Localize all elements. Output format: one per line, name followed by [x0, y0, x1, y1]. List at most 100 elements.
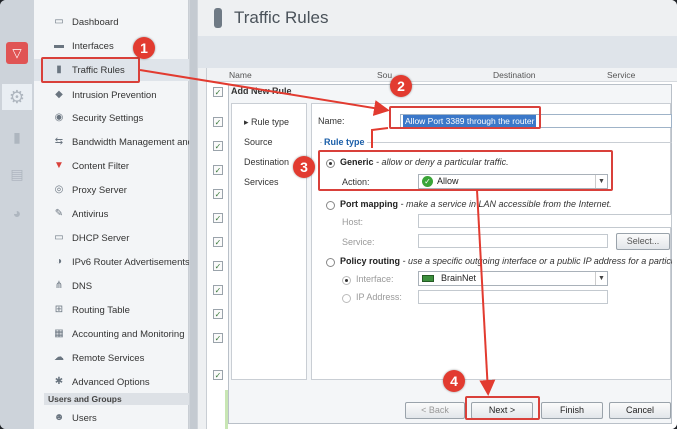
rule-checkbox[interactable]: ✓ [213, 141, 223, 151]
sidebar-item-advanced-options[interactable]: ✱ Advanced Options [34, 371, 189, 393]
firewall-shield-icon[interactable]: ▽ [6, 42, 28, 64]
sidebar-item-ipv6[interactable]: ◑ IPv6 Router Advertisements [34, 251, 189, 273]
host-input[interactable] [418, 214, 672, 228]
step-badge-3: 3 [293, 156, 315, 178]
interface-label: Interface: [356, 274, 394, 284]
dns-icon: ⋔ [54, 280, 64, 291]
host-label: Host: [342, 217, 364, 227]
funnel-icon: ▼ [54, 160, 64, 171]
section-users-and-groups: Users and Groups [44, 393, 189, 405]
service-input[interactable] [418, 234, 608, 248]
service-label: Service: [342, 237, 375, 247]
step-services[interactable]: Services [244, 177, 279, 187]
scrollbar-thumb[interactable] [190, 0, 197, 429]
step-destination[interactable]: Destination [244, 157, 289, 167]
policy-routing-radio[interactable] [326, 258, 335, 267]
rule-checkbox[interactable]: ✓ [213, 285, 223, 295]
interfaces-icon: ▬ [54, 40, 64, 51]
rule-checkbox[interactable]: ✓ [213, 237, 223, 247]
rule-checkbox[interactable]: ✓ [213, 189, 223, 199]
sidebar-item-routing-table[interactable]: ⊞ Routing Table [34, 299, 189, 321]
rule-checkbox[interactable]: ✓ [213, 87, 223, 97]
network-interface-icon [422, 275, 434, 282]
advanced-icon: ✱ [54, 376, 64, 387]
highlight-name-field [389, 106, 541, 129]
traffic-light-icon [214, 8, 222, 28]
document-icon[interactable]: ▤ [6, 163, 28, 185]
step-badge-1: 1 [133, 37, 155, 59]
finish-button[interactable]: Finish [541, 402, 603, 419]
statistics-bars-icon[interactable]: ▮ [6, 126, 28, 148]
rule-checkbox[interactable]: ✓ [213, 213, 223, 223]
chevron-down-icon[interactable]: ▼ [595, 272, 607, 285]
rule-checkbox[interactable]: ✓ [213, 165, 223, 175]
antivirus-icon: ✎ [54, 208, 64, 219]
wizard-content: Name: Allow Port 3389 through the router… [311, 103, 672, 380]
column-name[interactable]: Name [229, 70, 252, 80]
back-button[interactable]: < Back [405, 402, 465, 419]
rule-checkbox[interactable]: ✓ [213, 117, 223, 127]
sidebar-item-bandwidth[interactable]: ⇆ Bandwidth Management and [34, 131, 189, 153]
user-icon: ☻ [53, 412, 65, 423]
select-service-button[interactable]: Select... [616, 233, 670, 250]
ip-address-input[interactable] [418, 290, 608, 304]
rule-checkbox-column: ✓ ✓ ✓ ✓ ✓ ✓ ✓ ✓ ✓ ✓ ✓ ✓ [211, 82, 225, 429]
port-mapping-radio[interactable] [326, 201, 335, 210]
pie-chart-icon[interactable]: ◕ [6, 202, 28, 224]
rule-checkbox[interactable]: ✓ [213, 370, 223, 380]
port-mapping-option-label[interactable]: Port mapping - make a service in LAN acc… [340, 199, 670, 209]
shield-icon: ◆ [55, 89, 63, 100]
cloud-icon: ☁ [54, 352, 64, 363]
column-source[interactable]: Sou [377, 70, 392, 80]
sidebar-item-accounting[interactable]: ▦ Accounting and Monitoring [34, 323, 189, 345]
module-icon-bar: ▽ ⚙ ▮ ▤ ◕ [0, 0, 34, 429]
highlight-next-button [465, 396, 540, 420]
highlight-generic-option [318, 150, 613, 191]
rule-type-legend: Rule type [322, 137, 367, 147]
rule-checkbox[interactable]: ✓ [213, 309, 223, 319]
gear-icon[interactable]: ⚙ [2, 84, 32, 110]
toolbar [198, 36, 677, 68]
cancel-button[interactable]: Cancel [609, 402, 671, 419]
step-rule-type[interactable]: ▸ Rule type [244, 117, 289, 128]
rule-checkbox[interactable]: ✓ [213, 261, 223, 271]
grid-header: Name Sou Destination Service [207, 68, 677, 82]
ip-address-label: IP Address: [356, 292, 402, 302]
lock-icon: ◉ [54, 112, 64, 123]
monitoring-icon: ▦ [54, 328, 64, 339]
sidebar-item-antivirus[interactable]: ✎ Antivirus [34, 203, 189, 225]
dashboard-icon: ▭ [54, 16, 64, 27]
dhcp-icon: ▭ [54, 232, 64, 243]
name-label: Name: [318, 116, 345, 126]
sidebar-item-content-filter[interactable]: ▼ Content Filter [34, 155, 189, 177]
wizard-steps: ▸ Rule type Source Destination Services [231, 103, 307, 380]
sidebar-item-security-settings[interactable]: ◉ Security Settings [34, 107, 189, 129]
ip-address-radio[interactable] [342, 294, 351, 303]
sidebar-item-remote-services[interactable]: ☁ Remote Services [34, 347, 189, 369]
sidebar-item-intrusion-prevention[interactable]: ◆ Intrusion Prevention [34, 84, 189, 106]
sidebar-scrollbar[interactable] [189, 0, 198, 429]
sidebar-item-users[interactable]: ☻ Users [34, 407, 189, 429]
page-title: Traffic Rules [234, 8, 329, 27]
highlight-traffic-rules [41, 57, 140, 83]
interface-select[interactable]: BrainNet ▼ [418, 271, 608, 286]
ipv6-icon: ◑ [55, 256, 63, 267]
sidebar-item-dhcp-server[interactable]: ▭ DHCP Server [34, 227, 189, 249]
bandwidth-icon: ⇆ [54, 136, 64, 147]
sidebar-item-dns[interactable]: ⋔ DNS [34, 275, 189, 297]
column-service[interactable]: Service [607, 70, 635, 80]
page-header: Traffic Rules [198, 0, 677, 36]
sidebar-item-dashboard[interactable]: ▭ Dashboard [34, 11, 189, 33]
interface-radio[interactable] [342, 276, 351, 285]
policy-routing-option-label[interactable]: Policy routing - use a specific outgoing… [340, 256, 672, 266]
dialog-title: Add New Rule [231, 86, 292, 96]
step-source[interactable]: Source [244, 137, 273, 147]
sidebar-item-proxy-server[interactable]: ◎ Proxy Server [34, 179, 189, 201]
sidebar-item-interfaces[interactable]: ▬ Interfaces [34, 35, 189, 57]
app-window: ▽ ⚙ ▮ ▤ ◕ ▭ Dashboard ▬ Interfaces ▮ Traffi… [0, 0, 677, 429]
column-destination[interactable]: Destination [493, 70, 536, 80]
proxy-icon: ◎ [54, 184, 64, 195]
rule-checkbox[interactable]: ✓ [213, 333, 223, 343]
routing-icon: ⊞ [54, 304, 64, 315]
step-badge-4: 4 [443, 370, 465, 392]
